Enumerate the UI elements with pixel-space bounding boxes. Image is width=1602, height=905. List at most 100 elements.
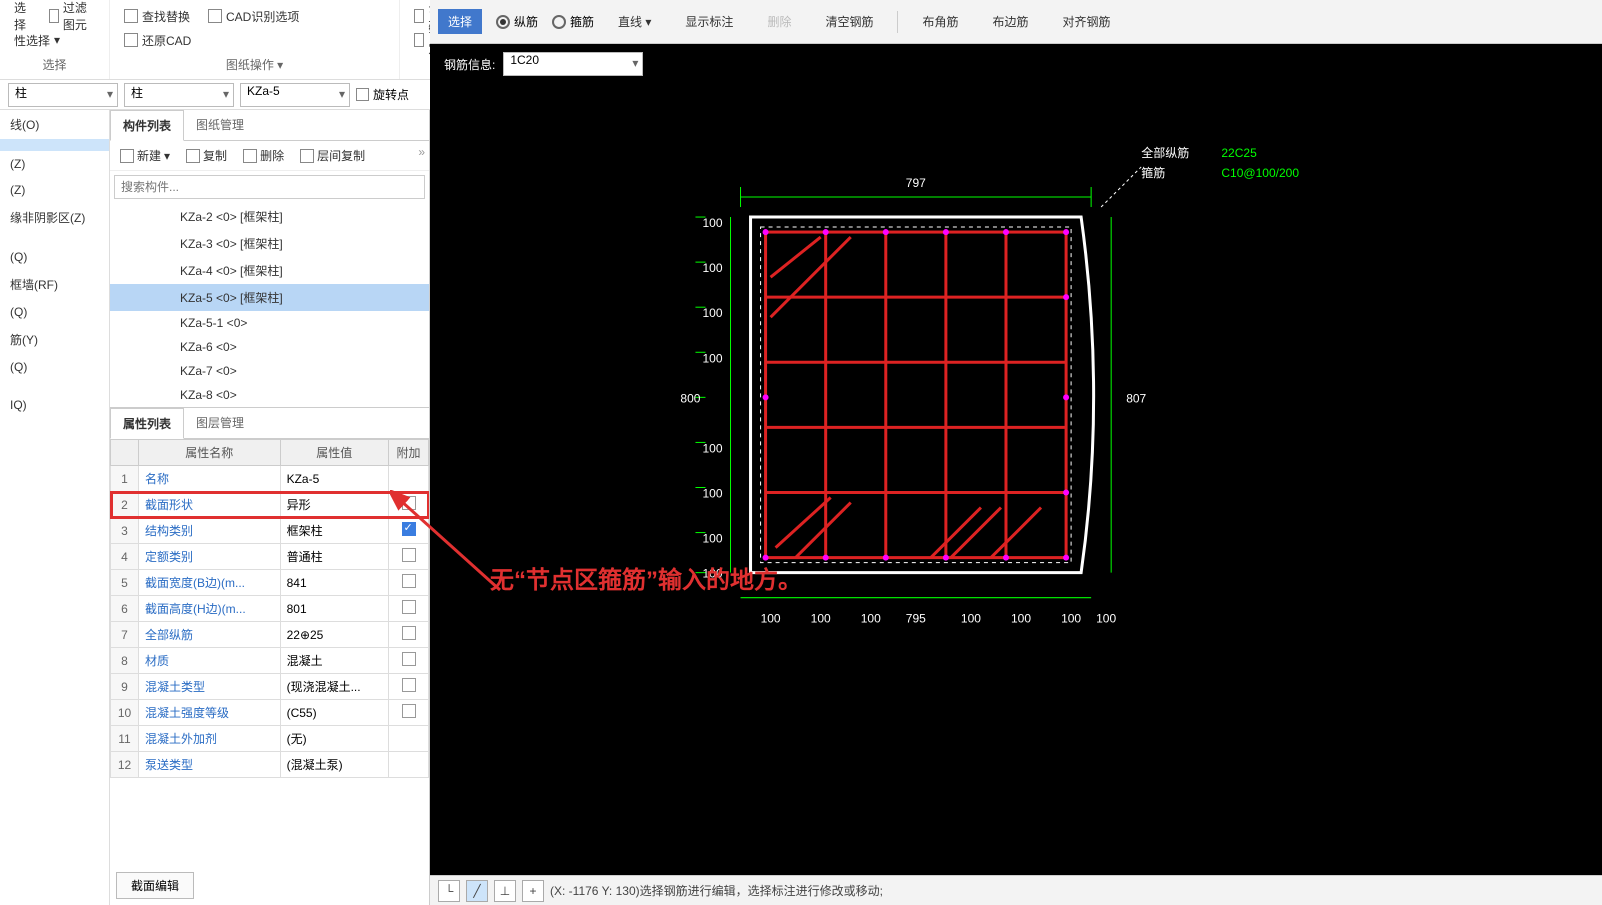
svg-text:100: 100 — [811, 612, 831, 626]
table-row[interactable]: 3结构类别框架柱 — [111, 518, 429, 544]
checkbox[interactable] — [402, 600, 416, 614]
nav-item[interactable]: (Q) — [0, 299, 109, 325]
table-row[interactable]: 4定额类别普通柱 — [111, 544, 429, 570]
list-item[interactable]: KZa-2 <0> [框架柱] — [110, 203, 429, 230]
nav-item[interactable] — [0, 380, 109, 392]
rebar-combo[interactable]: 1C20 — [503, 52, 643, 76]
restore-cad-btn[interactable]: 还原CAD — [120, 30, 195, 51]
delete-icon — [243, 149, 257, 163]
drawing-viewport[interactable]: 797 795 800 807 100100100 100100100 1001… — [430, 100, 1602, 875]
list-item[interactable]: KZa-7 <0> — [110, 359, 429, 383]
svg-text:全部纵筋: 全部纵筋 — [1141, 145, 1189, 160]
left-nav: 线(O) (Z) (Z) 缘非阴影区(Z) (Q) 框墙(RF) (Q) 筋(Y… — [0, 110, 110, 905]
type-combo[interactable]: 柱 — [124, 83, 234, 107]
checkbox[interactable] — [402, 704, 416, 718]
nav-item[interactable]: (Q) — [0, 354, 109, 380]
sb-btn-3[interactable]: ⊥ — [494, 880, 516, 902]
ribbon-group-label: 图纸操作 ▾ — [120, 56, 389, 73]
svg-text:100: 100 — [1096, 612, 1116, 626]
nav-item[interactable]: (Z) — [0, 177, 109, 203]
rotate-check[interactable]: 旋转点 — [356, 86, 409, 103]
copy-icon — [186, 149, 200, 163]
list-item[interactable]: KZa-5 <0> [框架柱] — [110, 284, 429, 311]
lock-icon — [414, 33, 424, 47]
nav-item[interactable] — [0, 232, 109, 244]
tab-properties[interactable]: 属性列表 — [110, 408, 184, 439]
new-button[interactable]: 新建 ▾ — [114, 145, 176, 166]
checkbox[interactable] — [402, 548, 416, 562]
table-row[interactable]: 12泵送类型(混凝土泵) — [111, 752, 429, 778]
svg-text:807: 807 — [1126, 391, 1146, 405]
checkbox[interactable] — [402, 678, 416, 692]
radio-longitudinal[interactable]: 纵筋 — [496, 13, 538, 30]
tab-layers[interactable]: 图层管理 — [184, 408, 256, 438]
find-replace-btn[interactable]: 查找替换 — [120, 6, 194, 27]
nav-item[interactable]: 线(O) — [0, 110, 109, 139]
table-row[interactable]: 11混凝土外加剂(无) — [111, 726, 429, 752]
list-item[interactable]: KZa-8 <0> — [110, 383, 429, 407]
select-mode-button[interactable]: 选择 — [438, 9, 482, 34]
item-combo[interactable]: KZa-5 — [240, 83, 350, 107]
mid-panel: 构件列表 图纸管理 新建 ▾ 复制 删除 层间复制 » KZa-2 <0> [框… — [110, 110, 430, 905]
table-row[interactable]: 6截面高度(H边)(m...801 — [111, 596, 429, 622]
svg-text:22C25: 22C25 — [1221, 146, 1257, 160]
radio-stirrup[interactable]: 箍筋 — [552, 13, 594, 30]
canvas-toolbar: 选择 纵筋 箍筋 直线 ▾ 显示标注 删除 清空钢筋 布角筋 布边筋 对齐钢筋 — [430, 0, 1602, 44]
clear-rebar-button[interactable]: 清空钢筋 — [815, 9, 883, 34]
filter-icon — [49, 9, 59, 23]
checkbox[interactable] — [402, 574, 416, 588]
search-input[interactable] — [114, 175, 425, 199]
delete-button[interactable]: 删除 — [237, 145, 290, 166]
prop-select-btn[interactable]: 性选择 ▾ — [10, 30, 64, 51]
line-button[interactable]: 直线 ▾ — [608, 9, 661, 34]
nav-item[interactable]: 筋(Y) — [0, 325, 109, 354]
table-row[interactable]: 5截面宽度(B边)(m...841 — [111, 570, 429, 596]
sb-btn-1[interactable]: └ — [438, 880, 460, 902]
list-item[interactable]: KZa-5-1 <0> — [110, 311, 429, 335]
list-item[interactable]: KZa-6 <0> — [110, 335, 429, 359]
canvas-area: 选择 纵筋 箍筋 直线 ▾ 显示标注 删除 清空钢筋 布角筋 布边筋 对齐钢筋 … — [430, 0, 1602, 905]
align-button[interactable]: 对齐钢筋 — [1053, 9, 1121, 34]
sb-btn-2[interactable]: ╱ — [466, 880, 488, 902]
layer-copy-button[interactable]: 层间复制 — [294, 145, 371, 166]
tab-drawings[interactable]: 图纸管理 — [184, 110, 256, 140]
property-table[interactable]: 属性名称 属性值 附加 1名称KZa-52截面形状异形3结构类别框架柱4定额类别… — [110, 439, 429, 866]
table-row[interactable]: 1名称KZa-5 — [111, 466, 429, 492]
component-list[interactable]: KZa-2 <0> [框架柱] KZa-3 <0> [框架柱] KZa-4 <0… — [110, 203, 429, 407]
copy-button[interactable]: 复制 — [180, 145, 233, 166]
nav-item[interactable]: 框墙(RF) — [0, 270, 109, 299]
table-row[interactable]: 9混凝土类型(现浇混凝土... — [111, 674, 429, 700]
checkbox[interactable] — [402, 522, 416, 536]
section-edit-button[interactable]: 截面编辑 — [116, 872, 194, 899]
svg-text:100: 100 — [1011, 612, 1031, 626]
svg-text:100: 100 — [1061, 612, 1081, 626]
svg-text:100: 100 — [961, 612, 981, 626]
checkbox[interactable] — [402, 496, 416, 510]
nav-item[interactable]: IQ) — [0, 392, 109, 418]
nav-item[interactable]: 缘非阴影区(Z) — [0, 203, 109, 232]
nav-item[interactable]: (Q) — [0, 244, 109, 270]
nav-item[interactable] — [0, 139, 109, 151]
table-row[interactable]: 2截面形状异形 — [111, 492, 429, 518]
table-row[interactable]: 10混凝土强度等级(C55) — [111, 700, 429, 726]
list-item[interactable]: KZa-3 <0> [框架柱] — [110, 230, 429, 257]
edge-button[interactable]: 布边筋 — [982, 9, 1038, 34]
table-row[interactable]: 8材质混凝土 — [111, 648, 429, 674]
nav-item[interactable]: (Z) — [0, 151, 109, 177]
component-tabs: 构件列表 图纸管理 — [110, 110, 429, 141]
category-combo[interactable]: 柱 — [8, 83, 118, 107]
search-icon — [124, 9, 138, 23]
cad-options-btn[interactable]: CAD识别选项 — [204, 6, 303, 27]
table-row[interactable]: 7全部纵筋22⊕25 — [111, 622, 429, 648]
tab-components[interactable]: 构件列表 — [110, 110, 184, 141]
delete-button[interactable]: 删除 — [757, 9, 801, 34]
checkbox[interactable] — [402, 652, 416, 666]
corner-button[interactable]: 布角筋 — [912, 9, 968, 34]
svg-text:800: 800 — [680, 391, 700, 405]
sb-btn-4[interactable]: + — [522, 880, 544, 902]
svg-text:100: 100 — [861, 612, 881, 626]
ribbon-group-label: 选择 — [10, 56, 99, 73]
show-dim-button[interactable]: 显示标注 — [675, 9, 743, 34]
checkbox[interactable] — [402, 626, 416, 640]
list-item[interactable]: KZa-4 <0> [框架柱] — [110, 257, 429, 284]
